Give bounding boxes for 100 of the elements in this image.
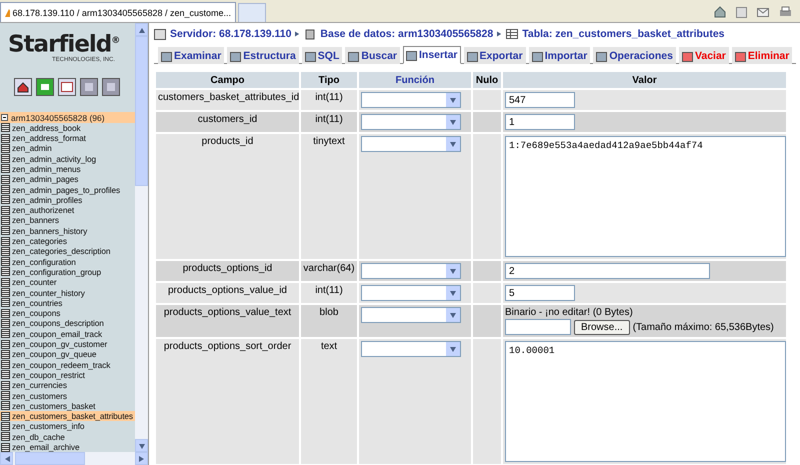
table-list-item[interactable]: zen_banners_history xyxy=(0,226,135,236)
separator-arrow-icon xyxy=(497,31,502,37)
separator-arrow-icon xyxy=(295,31,300,37)
table-list-item[interactable]: zen_counter_history xyxy=(0,287,135,298)
browser-tab[interactable]: 68.178.139.110 / arm1303405565828 / zen_custome... xyxy=(0,2,236,22)
table-list-item[interactable]: zen_configuration_group xyxy=(0,266,135,278)
table-list-item[interactable]: zen_coupon_restrict xyxy=(0,370,135,380)
dropdown-caret-icon xyxy=(450,141,456,147)
table-icon xyxy=(506,29,518,39)
function-select[interactable] xyxy=(361,285,461,301)
table-list-item[interactable]: zen_coupon_redeem_track xyxy=(0,359,135,370)
value-textarea[interactable]: 1:7e689e553a4aedad412a9ae5bb44af74 xyxy=(505,136,786,257)
table-list-item[interactable]: zen_coupon_email_track xyxy=(0,328,135,339)
tab-icon xyxy=(304,50,316,62)
function-select[interactable] xyxy=(361,307,461,323)
field-name: customers_id xyxy=(198,114,258,125)
new-tab-button[interactable] xyxy=(238,3,266,22)
value-input[interactable]: 1 xyxy=(505,114,575,130)
field-type: int(11) xyxy=(315,92,343,103)
table-list-item[interactable]: zen_configuration xyxy=(0,256,135,267)
tab-icon xyxy=(348,50,360,62)
value-input[interactable]: 547 xyxy=(505,92,575,108)
table-list-item[interactable]: zen_admin_activity_log xyxy=(0,154,135,164)
tab[interactable]: Insertar xyxy=(403,46,461,64)
table-list-item[interactable]: zen_admin_pages xyxy=(0,174,135,184)
tab-icon xyxy=(230,50,242,62)
table-list-item[interactable]: zen_coupons_description xyxy=(0,318,135,329)
table-list-item[interactable]: zen_coupons xyxy=(0,308,135,318)
mail-icon[interactable] xyxy=(757,8,769,16)
table-list-item[interactable]: zen_admin_menus xyxy=(0,164,135,174)
value-input[interactable]: 5 xyxy=(505,285,575,301)
field-name: products_options_id xyxy=(182,263,272,274)
help-button[interactable] xyxy=(80,78,98,96)
field-name: products_options_sort_order xyxy=(164,341,292,352)
column-header: Nulo xyxy=(473,72,501,88)
field-type: varchar(64) xyxy=(303,263,355,274)
function-select[interactable] xyxy=(361,263,461,279)
field-name: products_options_value_text xyxy=(164,307,292,318)
table-list-item[interactable]: zen_address_format xyxy=(0,132,135,144)
collapse-icon xyxy=(1,114,8,121)
table-list-item[interactable]: zen_db_cache xyxy=(0,432,135,442)
table-list-item[interactable]: zen_authorizenet xyxy=(0,205,135,216)
tab[interactable]: Vaciar xyxy=(678,47,729,64)
table-list-item[interactable]: zen_banners xyxy=(0,215,135,226)
docs-button[interactable] xyxy=(102,78,120,96)
breadcrumb-link[interactable]: Tabla: zen_customers_basket_attributes xyxy=(522,28,725,40)
tab[interactable]: Eliminar xyxy=(732,47,792,64)
table-list-item[interactable]: zen_customers_info xyxy=(0,421,135,432)
value-input[interactable]: 2 xyxy=(505,263,710,279)
dropdown-caret-icon xyxy=(450,346,456,352)
home-button[interactable] xyxy=(14,78,32,96)
tab[interactable]: SQL xyxy=(302,47,342,64)
tab[interactable]: Importar xyxy=(528,47,590,64)
tab[interactable]: Estructura xyxy=(227,47,299,64)
home-icon[interactable] xyxy=(714,6,726,18)
horizontal-scrollbar[interactable] xyxy=(0,452,148,465)
function-select[interactable] xyxy=(361,114,461,130)
value-textarea[interactable]: 10.00001 xyxy=(505,341,786,462)
table-list-item[interactable]: zen_admin_pages_to_profiles xyxy=(0,184,135,195)
breadcrumb-link[interactable]: Base de datos: arm1303405565828 xyxy=(320,28,494,40)
function-select[interactable] xyxy=(361,136,461,152)
vertical-scrollbar[interactable] xyxy=(135,23,148,452)
print-icon[interactable] xyxy=(779,6,792,18)
table-list-item[interactable]: zen_currencies xyxy=(0,380,135,390)
dropdown-caret-icon xyxy=(450,97,456,103)
dropdown-caret-icon xyxy=(450,268,456,274)
column-header: Función xyxy=(359,72,471,88)
table-list-item[interactable]: zen_categories_description xyxy=(0,246,135,257)
table-list-item[interactable]: zen_customers_basket xyxy=(0,400,135,411)
table-list-item[interactable]: zen_email_archive xyxy=(0,442,135,452)
tab[interactable]: Examinar xyxy=(158,47,224,64)
table-list-item[interactable]: zen_counter xyxy=(0,277,135,288)
table-list-item[interactable]: zen_countries xyxy=(0,298,135,308)
browse-button[interactable]: Browse... xyxy=(574,320,630,334)
tab[interactable]: Exportar xyxy=(464,47,526,64)
tab-icon xyxy=(682,50,693,62)
file-path-input[interactable] xyxy=(505,319,571,335)
function-select[interactable] xyxy=(361,341,461,357)
scroll-left-icon xyxy=(4,456,10,462)
tab[interactable]: Buscar xyxy=(345,47,400,64)
function-select[interactable] xyxy=(361,92,461,108)
exit-button[interactable] xyxy=(36,78,54,96)
table-list-item[interactable]: zen_customers xyxy=(0,390,135,401)
max-size-note: (Tamaño máximo: 65,536Bytes) xyxy=(632,322,774,332)
table-list-item[interactable]: zen_coupon_gv_queue xyxy=(0,349,135,360)
field-type: blob xyxy=(320,307,338,318)
table-list-item[interactable]: zen_admin_profiles xyxy=(0,194,135,206)
tab-icon xyxy=(466,50,478,62)
table-list-item[interactable]: zen_coupon_gv_customer xyxy=(0,338,135,350)
breadcrumb-link[interactable]: Servidor: 68.178.139.110 xyxy=(170,28,292,40)
table-list-item[interactable]: zen_customers_basket_attributes xyxy=(0,410,135,422)
sql-button[interactable] xyxy=(58,78,76,96)
tab[interactable]: Operaciones xyxy=(593,47,676,64)
logo-wordmark: Starfield$^{®}$ xyxy=(8,30,120,57)
database-item[interactable]: arm1303405565828 (96) xyxy=(0,112,135,123)
table-list-item[interactable]: zen_address_book xyxy=(0,122,135,133)
tab-icon xyxy=(532,50,543,62)
field-type: tinytext xyxy=(313,136,345,147)
table-list-item[interactable]: zen_categories xyxy=(0,236,135,246)
table-list-item[interactable]: zen_admin xyxy=(0,143,135,154)
